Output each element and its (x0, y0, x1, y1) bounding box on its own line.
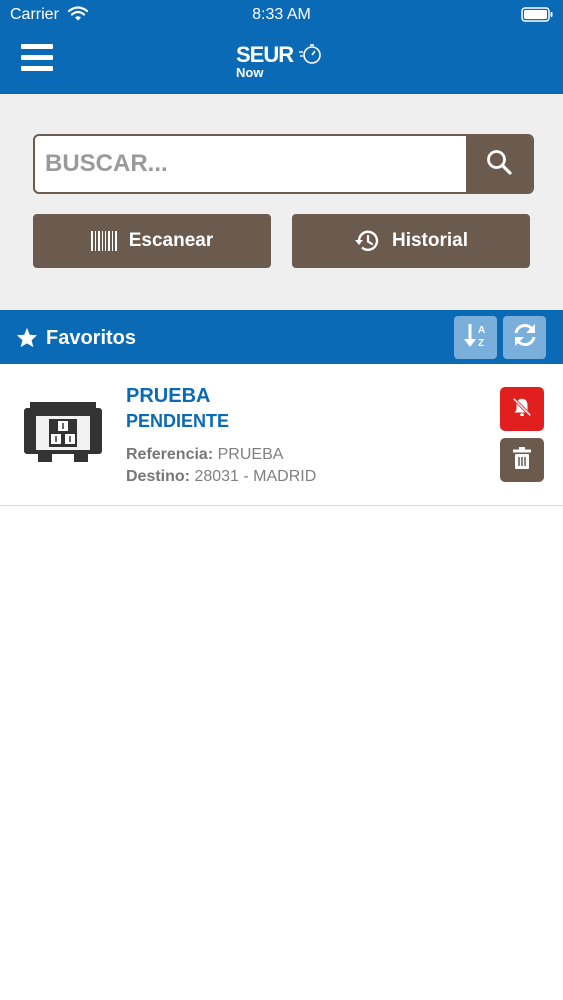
favorites-header: Favoritos A Z (0, 310, 563, 364)
logo-sub-text: Now (236, 65, 264, 80)
search-button[interactable] (466, 136, 532, 192)
destination-line: Destino: 28031 - MADRID (126, 468, 316, 486)
shipment-status: PENDIENTE (126, 411, 230, 431)
menu-button[interactable] (21, 44, 53, 74)
favorites-title: Favoritos (46, 327, 137, 349)
svg-text:Z: Z (478, 338, 484, 349)
star-icon (16, 327, 38, 353)
menu-icon-bar (21, 55, 53, 60)
status-bar: Carrier 8:33 AM (0, 0, 563, 30)
delete-button[interactable] (500, 438, 544, 482)
destination-label: Destino: (126, 468, 190, 485)
reference-label: Referencia: (126, 446, 214, 463)
history-button-label: Historial (391, 230, 469, 251)
refresh-button[interactable] (503, 316, 546, 359)
battery-icon (521, 7, 553, 22)
app-logo: SEUR Now (236, 42, 336, 82)
favorite-item[interactable]: PRUEBA PENDIENTE Referencia: PRUEBA Dest… (0, 364, 563, 506)
scan-button-label: Escanear (128, 230, 214, 251)
scan-button[interactable]: Escanear (33, 214, 271, 268)
search-icon (485, 148, 513, 181)
search-box (33, 134, 534, 194)
barcode-icon (90, 231, 117, 251)
nav-bar: SEUR Now (0, 30, 563, 94)
package-icon (24, 402, 102, 469)
trash-icon (513, 446, 531, 474)
reference-value: PRUEBA (217, 446, 284, 463)
sort-button[interactable]: A Z (454, 316, 497, 359)
status-time: 8:33 AM (252, 6, 311, 23)
history-icon (354, 229, 380, 253)
notifications-toggle-button[interactable] (500, 387, 544, 431)
stopwatch-icon (298, 42, 322, 71)
shipment-name: PRUEBA (126, 385, 211, 407)
svg-text:A: A (478, 325, 485, 336)
history-button[interactable]: Historial (292, 214, 530, 268)
menu-icon-bar (21, 44, 53, 49)
menu-icon-bar (21, 66, 53, 71)
reference-line: Referencia: PRUEBA (126, 446, 283, 464)
refresh-icon (512, 322, 538, 353)
search-input[interactable] (35, 136, 468, 192)
bell-off-icon (511, 396, 533, 423)
destination-value: 28031 - MADRID (194, 468, 317, 485)
sort-az-icon: A Z (463, 321, 489, 354)
search-panel: Escanear Historial (0, 94, 563, 310)
